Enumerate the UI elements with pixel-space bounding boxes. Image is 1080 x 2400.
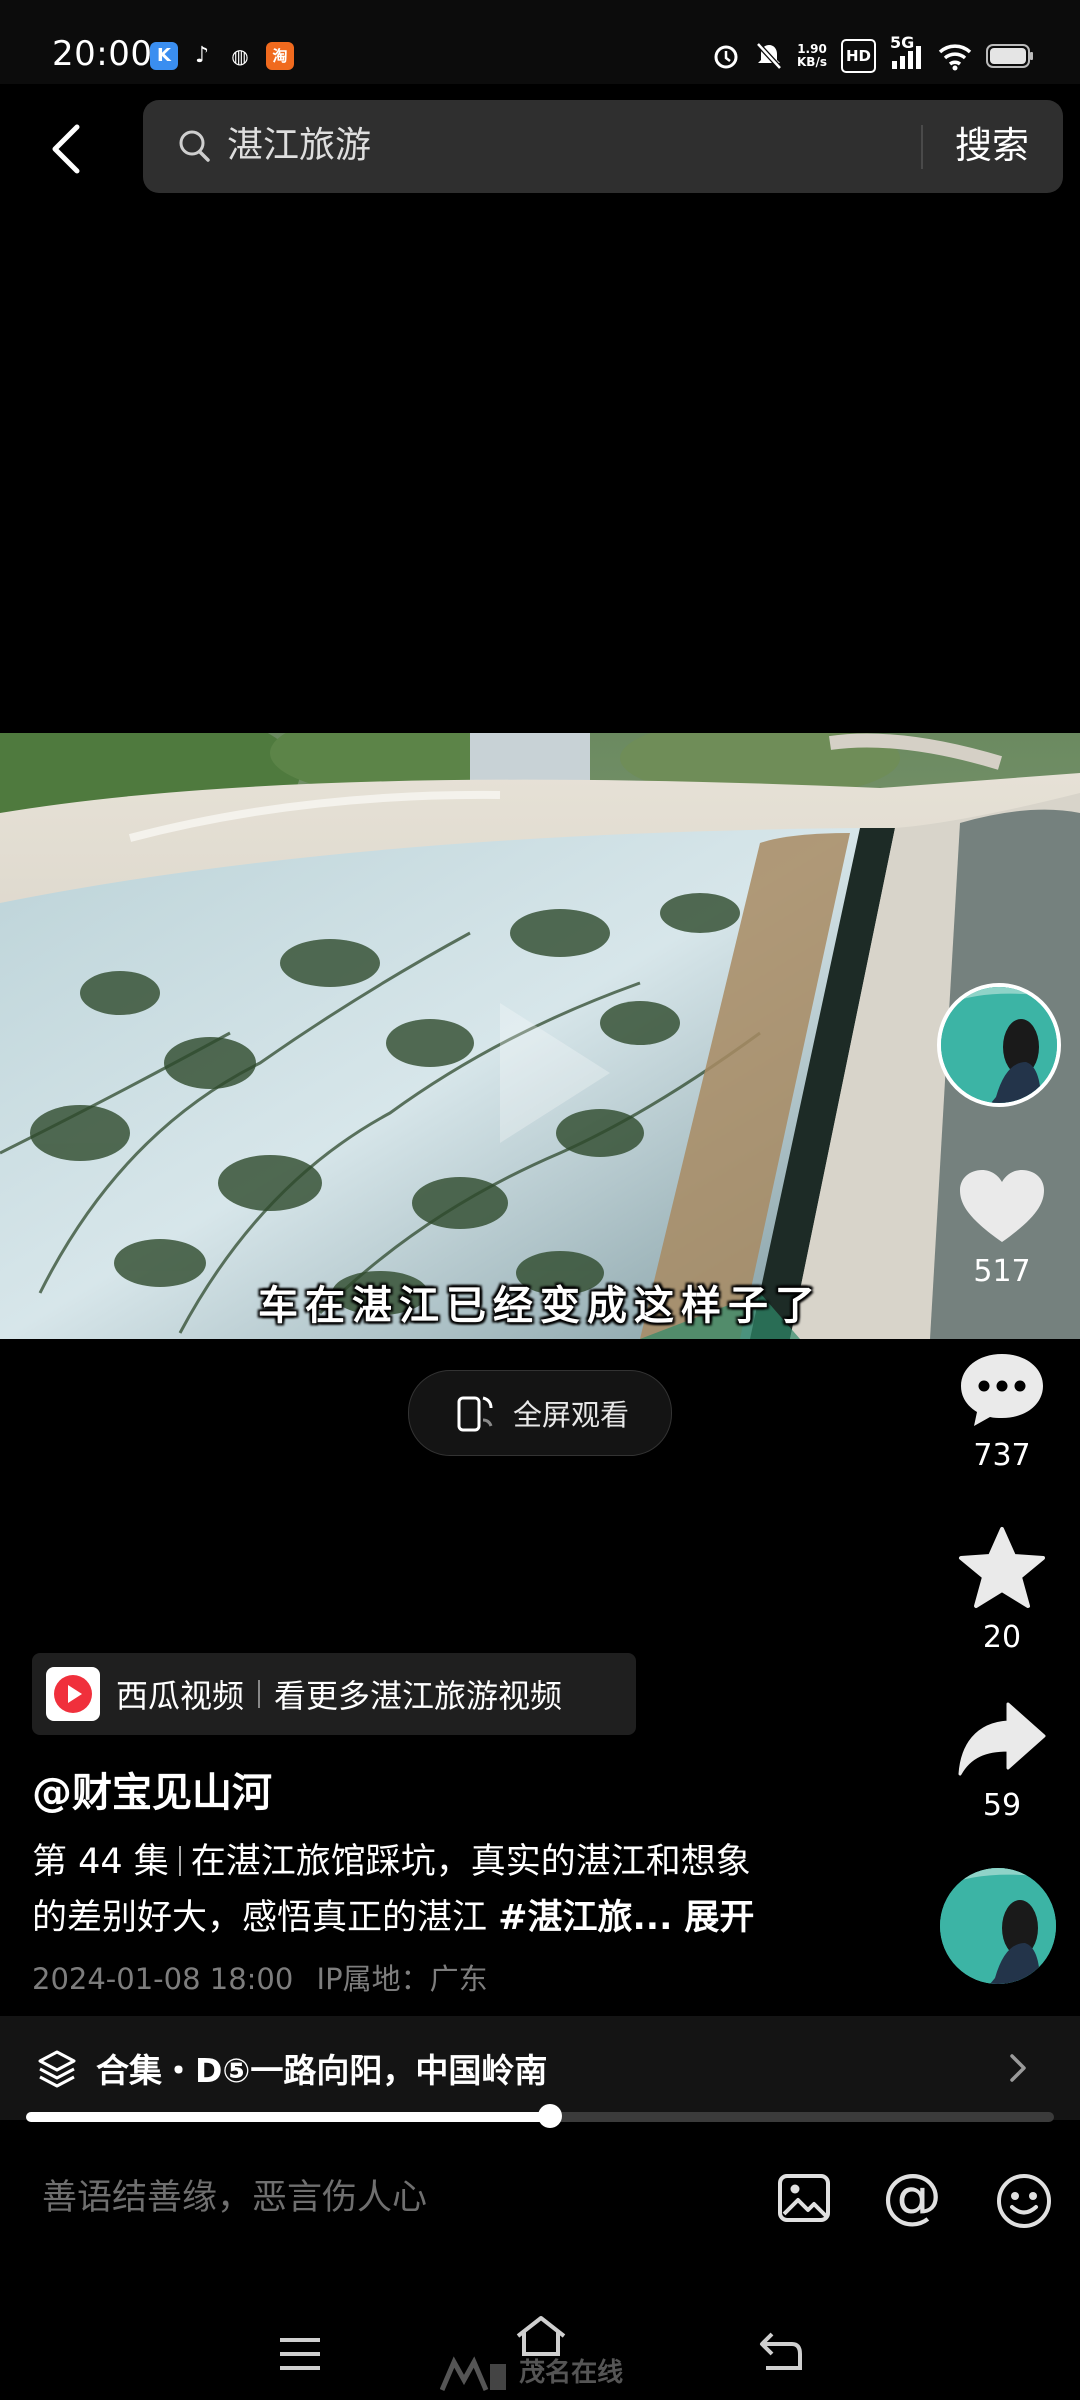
heart-icon	[960, 1170, 1044, 1242]
mention-icon[interactable]: @	[882, 2164, 942, 2228]
image-picker-icon[interactable]	[776, 2170, 832, 2230]
net-speed-unit: KB/s	[797, 55, 827, 69]
layers-icon	[36, 2048, 78, 2094]
search-button[interactable]: 搜索	[955, 120, 1029, 172]
fullscreen-button[interactable]: 全屏观看	[408, 1370, 672, 1456]
avatar-image	[941, 987, 1057, 1103]
video-player[interactable]: 车在湛江已经变成这样子了	[0, 733, 1080, 1339]
alarm-icon	[711, 41, 741, 71]
share-count: 59	[982, 1788, 1022, 1823]
xigua-video-banner[interactable]: 西瓜视频 看更多湛江旅游视频	[32, 1653, 636, 1735]
banner-divider	[258, 1680, 261, 1708]
post-meta: 2024-01-08 18:00 IP属地：广东	[32, 1956, 488, 1998]
comment-input[interactable]: 善语结善缘，恶言伤人心	[42, 2170, 427, 2226]
video-frame	[0, 733, 1080, 1339]
share-arrow-icon	[958, 1702, 1046, 1776]
ip-location: IP属地：广东	[316, 1962, 488, 1996]
menu-nav-button[interactable]	[278, 2336, 322, 2376]
net-speed-value: 1.90	[797, 42, 827, 56]
watermark-text: 茂名在线	[519, 2358, 624, 2388]
search-icon	[177, 128, 213, 170]
video-progress-handle[interactable]	[538, 2104, 563, 2128]
expand-button[interactable]: 展开	[684, 1898, 754, 1938]
search-divider	[921, 125, 923, 169]
wechat-notification-icon: ◍	[231, 44, 249, 68]
status-bar: 20:00 K ♪ ◍ 淘 1.90 KB/s HD 5G	[0, 0, 1080, 84]
author-avatar[interactable]	[937, 983, 1061, 1107]
episode-divider	[178, 1846, 181, 1876]
watermark-logo-icon	[439, 2355, 506, 2391]
favorite-count: 20	[982, 1620, 1022, 1655]
back-button[interactable]	[30, 112, 104, 186]
xigua-logo-icon	[46, 1667, 100, 1721]
star-icon	[959, 1527, 1045, 1608]
back-nav-button[interactable]	[758, 2330, 804, 2376]
xigua-cta: 看更多湛江旅游视频	[274, 1677, 563, 1715]
app-notification-icon-k: K	[150, 42, 178, 70]
like-count: 517	[973, 1254, 1031, 1289]
network-type: 5G	[890, 33, 915, 52]
hd-badge: HD	[840, 39, 876, 73]
back-arrow-icon	[52, 124, 80, 174]
xigua-app-name: 西瓜视频	[116, 1677, 245, 1715]
net-speed: 1.90 KB/s	[797, 41, 827, 71]
watermark: 茂名在线	[439, 2352, 624, 2392]
search-box[interactable]: 湛江旅游 搜索	[143, 100, 1063, 193]
taobao-notification-icon: 淘	[266, 42, 294, 70]
tiktok-notification-icon: ♪	[194, 43, 210, 68]
post-datetime: 2024-01-08 18:00	[32, 1962, 294, 1996]
caption-line-1: 在湛江旅馆踩坑，真实的湛江和想象	[190, 1842, 751, 1882]
status-time: 20:00	[52, 34, 153, 74]
fullscreen-label: 全屏观看	[512, 1398, 629, 1432]
hashtag-link[interactable]: #湛江旅...	[498, 1898, 672, 1938]
avatar-image	[940, 1868, 1056, 1984]
emoji-icon[interactable]	[995, 2172, 1053, 2234]
chevron-right-icon	[1006, 2050, 1030, 2090]
episode-label: 第 44 集	[32, 1842, 169, 1882]
comment-button[interactable]: 737	[942, 1350, 1062, 1473]
post-caption: 第 44 集在湛江旅馆踩坑，真实的湛江和想象 的差别好大，感悟真正的湛江 #湛江…	[32, 1834, 892, 1946]
author-name[interactable]: @财宝见山河	[32, 1760, 272, 1818]
caption-line-2: 的差别好大，感悟真正的湛江	[32, 1898, 488, 1938]
collection-bar[interactable]: 合集・D⑤一路向阳，中国岭南	[0, 2016, 1080, 2120]
like-button[interactable]: 517	[942, 1168, 1062, 1289]
video-subtitle: 车在湛江已经变成这样子了	[258, 1283, 822, 1329]
comment-count: 737	[973, 1438, 1031, 1473]
collection-label: 合集・D⑤一路向阳，中国岭南	[96, 2051, 548, 2090]
share-button[interactable]: 59	[942, 1700, 1062, 1823]
comment-bubble-icon	[961, 1354, 1043, 1426]
mute-icon	[755, 41, 783, 71]
rotate-phone-icon	[457, 1396, 493, 1432]
status-icons: 1.90 KB/s HD 5G	[711, 33, 1034, 73]
wifi-icon	[938, 41, 972, 71]
search-input[interactable]: 湛江旅游	[227, 122, 371, 170]
video-progress-fill	[26, 2112, 551, 2122]
battery-icon	[986, 41, 1034, 71]
favorite-button[interactable]: 20	[942, 1526, 1062, 1655]
music-disc-avatar[interactable]	[940, 1868, 1056, 1984]
cellular-signal-icon: 5G	[890, 33, 924, 71]
